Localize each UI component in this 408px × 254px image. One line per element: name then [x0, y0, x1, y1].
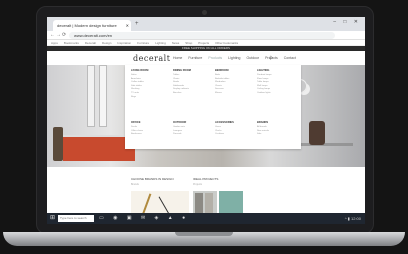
- mega-menu-heading[interactable]: LIVING ROOM: [131, 69, 167, 72]
- nav-item[interactable]: Furniture: [188, 56, 202, 60]
- mega-menu: LIVING ROOM Sofas Armchairs Coffee tables Si…: [125, 65, 301, 149]
- mega-menu-item[interactable]: Benches: [173, 92, 209, 96]
- mega-menu-heading[interactable]: OUTDOOR: [173, 121, 209, 124]
- nav-item[interactable]: Outdoor: [246, 56, 259, 60]
- mega-menu-column: OFFICE Desks Office chairs Bookcases: [131, 121, 167, 137]
- forward-icon[interactable]: →: [56, 32, 61, 39]
- bookmark-item[interactable]: Projects: [198, 41, 209, 45]
- site-logo[interactable]: deceralt: [133, 54, 170, 63]
- window-decor: [87, 65, 95, 127]
- mega-menu-item[interactable]: Mirrors: [215, 92, 251, 96]
- browser-toolbar: ← → ⟳ www.deceralt.com/en: [47, 31, 365, 40]
- mega-menu-item[interactable]: Bookcases: [131, 133, 167, 137]
- mega-menu-item[interactable]: Cushions: [215, 133, 251, 137]
- browser-tab[interactable]: deceralt | Modern design furniture ✕: [53, 20, 131, 31]
- nav-item[interactable]: Products: [208, 56, 222, 60]
- site-header: deceralt Home Furniture Products Lighting Ou…: [47, 51, 365, 65]
- mega-menu-heading[interactable]: BEDROOM: [215, 69, 251, 72]
- start-icon[interactable]: ⊞: [50, 213, 55, 224]
- nav-item[interactable]: Contact: [284, 56, 296, 60]
- bookmark-item[interactable]: Inspiration: [117, 41, 131, 45]
- new-tab-button[interactable]: +: [135, 20, 139, 29]
- bookmark-item[interactable]: Lighting: [155, 41, 166, 45]
- lamp-rod: [158, 196, 173, 213]
- reload-icon[interactable]: ⟳: [62, 32, 66, 39]
- brand-card[interactable]: [131, 191, 189, 213]
- mega-menu-column: ACCESSORIES Vases Clocks Cushions: [215, 121, 251, 137]
- laptop-base: [3, 232, 405, 246]
- nav-item[interactable]: Lighting: [228, 56, 240, 60]
- mega-menu-heading[interactable]: ACCESSORIES: [215, 121, 251, 124]
- window-controls[interactable]: – □ ✕: [333, 19, 361, 25]
- mega-menu-item[interactable]: Sale: [257, 133, 293, 137]
- mega-menu-item[interactable]: Parasols: [173, 133, 209, 137]
- mega-menu-heading[interactable]: LIGHTING: [257, 69, 293, 72]
- taskbar-app-icons[interactable]: ▭ ◉ ▣ ✉ ◈ ▲ ●: [99, 213, 189, 224]
- chair: [309, 121, 325, 145]
- lamp-rod: [140, 193, 152, 213]
- lid-notch: [175, 232, 233, 236]
- back-icon[interactable]: ←: [50, 32, 55, 39]
- section-title: CHOOSE BRANDS IN DESIGN: [131, 177, 174, 181]
- mega-menu-column: BRANDS All brands New arrivals Sale: [257, 121, 293, 137]
- bookmark-item[interactable]: Shop: [185, 41, 192, 45]
- mega-menu-column: OUTDOOR Garden sets Loungers Parasols: [173, 121, 209, 137]
- mega-menu-column: LIGHTING Pendant lamps Floor lamps Table la…: [257, 69, 293, 96]
- laptop-screen: deceralt | Modern design furniture ✕ + –…: [47, 17, 365, 224]
- taskbar-search[interactable]: Type here to search: [58, 215, 94, 222]
- bookmark-item[interactable]: Design: [102, 41, 111, 45]
- project-card[interactable]: [219, 191, 243, 213]
- bookmark-item[interactable]: News: [172, 41, 180, 45]
- bookmark-item[interactable]: Furniture: [137, 41, 149, 45]
- section-subtitle: Projects: [193, 183, 203, 186]
- system-tray[interactable]: ^ ▮ 12:00: [345, 213, 361, 224]
- mega-menu-column: BEDROOM Beds Bedside tables Wardrobes Chests…: [215, 69, 251, 96]
- bookmark-item[interactable]: Deceralt: [85, 41, 96, 45]
- bookmark-item[interactable]: Other bookmarks: [215, 41, 238, 45]
- browser-tab-bar: deceralt | Modern design furniture ✕ + –…: [47, 17, 365, 31]
- tab-close-icon[interactable]: ✕: [126, 20, 129, 31]
- mega-menu-item[interactable]: Rugs: [131, 96, 167, 100]
- laptop-lid: deceralt | Modern design furniture ✕ + –…: [36, 6, 374, 234]
- webcam: [202, 10, 207, 15]
- mega-menu-heading[interactable]: OFFICE: [131, 121, 167, 124]
- section-title: IDEAL PROJECTS: [193, 177, 219, 181]
- mega-menu-item[interactable]: Outdoor lights: [257, 92, 293, 96]
- bookmark-item[interactable]: Bookmarks: [64, 41, 79, 45]
- door-decor: [205, 193, 213, 213]
- nav-item[interactable]: Home: [173, 56, 182, 60]
- tab-title: deceralt | Modern design furniture: [57, 23, 117, 28]
- mega-menu-column: DINING ROOM Tables Chairs Stools Sideboards D…: [173, 69, 209, 96]
- cart-icon[interactable]: ⌂: [269, 55, 273, 61]
- main-nav: Home Furniture Products Lighting Outdoor Proj…: [173, 56, 302, 60]
- window-decor: [99, 65, 107, 127]
- door-decor: [195, 193, 203, 213]
- plant-decor: [53, 127, 63, 161]
- mega-menu-heading[interactable]: BRANDS: [257, 121, 293, 124]
- bookmark-item[interactable]: Apps: [51, 41, 58, 45]
- section-subtitle: Brands: [131, 183, 139, 186]
- address-bar[interactable]: www.deceralt.com/en: [69, 32, 335, 39]
- taskbar: ⊞ Type here to search ▭ ◉ ▣ ✉ ◈ ▲ ● ^ ▮ …: [47, 213, 365, 224]
- laptop-scene: deceralt | Modern design furniture ✕ + –…: [0, 0, 408, 254]
- mega-menu-heading[interactable]: DINING ROOM: [173, 69, 209, 72]
- project-card[interactable]: [193, 191, 217, 213]
- content-section: CHOOSE BRANDS IN DESIGN Brands IDEAL PRO…: [47, 167, 365, 213]
- mega-menu-column: LIVING ROOM Sofas Armchairs Coffee tables Si…: [131, 69, 167, 99]
